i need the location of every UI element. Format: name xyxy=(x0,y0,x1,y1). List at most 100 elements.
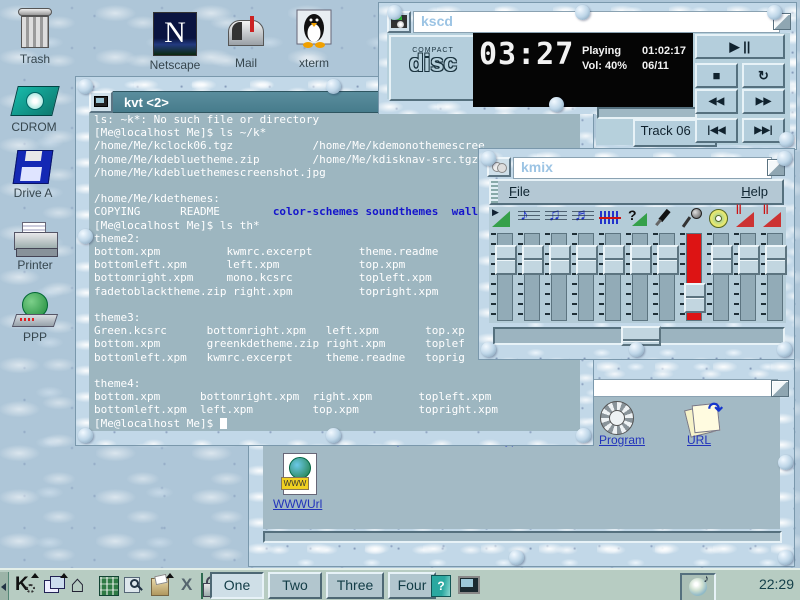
repeat-button[interactable]: ↻ xyxy=(742,63,785,88)
volume-slider[interactable] xyxy=(740,233,756,321)
volume-slider[interactable] xyxy=(686,233,702,321)
volume-slider[interactable] xyxy=(551,233,567,321)
volume-slider[interactable] xyxy=(767,233,783,321)
border-bump xyxy=(387,5,402,20)
bass-clef-icon[interactable]: ♪ xyxy=(518,207,540,229)
find-files-button[interactable] xyxy=(122,574,148,598)
slider-handle[interactable] xyxy=(765,245,787,275)
menu-file[interactable]: File xyxy=(509,184,530,199)
kmix-window[interactable]: kmix File Help ▶♪♫♬? |||| xyxy=(478,148,795,360)
border-bump xyxy=(326,79,341,94)
master-volume-icon[interactable]: ▶ xyxy=(491,207,513,229)
volume-slider[interactable] xyxy=(713,233,729,321)
url-document-icon[interactable]: ↷ xyxy=(685,399,723,435)
menubar-drag-handle[interactable] xyxy=(491,181,498,203)
kmix-titlebar[interactable]: kmix xyxy=(513,157,772,179)
slider-handle[interactable] xyxy=(576,245,598,275)
stop-button[interactable]: ■ xyxy=(695,63,738,88)
pcm-waveform-icon[interactable] xyxy=(599,207,621,229)
desktop-icon-netscape[interactable]: N Netscape xyxy=(145,12,205,72)
slider-handle[interactable] xyxy=(495,245,517,275)
terminal-line xyxy=(89,364,580,377)
volume-slider[interactable] xyxy=(524,233,540,321)
penguin-icon xyxy=(294,8,334,54)
border-bump xyxy=(767,5,782,20)
cd-dock-icon[interactable]: ♪ xyxy=(689,578,707,596)
slider-handle[interactable] xyxy=(522,245,544,275)
kfm-item-wwwurl[interactable]: WWWUrl xyxy=(273,497,322,511)
desktop-icon-xterm[interactable]: xterm xyxy=(288,8,340,70)
volume-slider[interactable] xyxy=(605,233,621,321)
globe-modem-icon xyxy=(14,292,56,328)
mixer-channels: ▶♪♫♬? |||| xyxy=(489,207,786,323)
slider-handle[interactable] xyxy=(738,245,760,275)
window-list-button[interactable] xyxy=(42,574,68,598)
kvt-window-menu-button[interactable] xyxy=(89,91,113,113)
volume-slider[interactable] xyxy=(659,233,675,321)
help-button[interactable]: ? xyxy=(428,574,454,598)
treble-clef-icon[interactable]: ♫ xyxy=(545,207,567,229)
play-pause-button[interactable]: ▶ || xyxy=(695,34,785,59)
desktop-button-two[interactable]: Two xyxy=(268,572,322,599)
menu-help[interactable]: Help xyxy=(741,184,768,199)
panel-hide-handle[interactable] xyxy=(0,572,9,600)
microphone-icon[interactable] xyxy=(680,207,702,229)
volume-slider[interactable] xyxy=(497,233,513,321)
kfm-titlebar[interactable] xyxy=(577,379,778,397)
menu-up-arrow-icon xyxy=(166,573,174,578)
line-in-plug-icon[interactable] xyxy=(653,207,675,229)
desktop-templates-button[interactable] xyxy=(148,574,174,598)
slider-handle[interactable] xyxy=(684,283,706,313)
kfm-item-url[interactable]: URL xyxy=(687,433,711,447)
desktop-button-three[interactable]: Three xyxy=(326,572,384,599)
slider-handle[interactable] xyxy=(549,245,571,275)
clock[interactable]: 22:29 xyxy=(724,576,794,592)
volume-slider[interactable] xyxy=(632,233,648,321)
gear-program-icon[interactable] xyxy=(596,401,640,435)
desktop-icon-printer[interactable]: Printer xyxy=(6,222,64,272)
lcd-elapsed-total: 01:02:17 xyxy=(642,45,686,57)
netscape-icon: N xyxy=(153,12,197,56)
slider-handle[interactable] xyxy=(657,245,679,275)
k-menu-button[interactable]: K xyxy=(13,574,39,598)
terminal-line: ls: ~k*: No such file or directory xyxy=(89,113,580,126)
forward-button[interactable]: ▶▶ xyxy=(742,89,785,114)
border-bump xyxy=(481,342,496,357)
desktop-icon-mail[interactable]: Mail xyxy=(218,14,274,70)
kfm-maximize-button[interactable] xyxy=(771,380,789,397)
cdrom-icon xyxy=(12,84,56,118)
desktop-icon-cdrom[interactable]: CDROM xyxy=(2,84,66,134)
unknown-question-icon[interactable]: ? xyxy=(626,207,648,229)
border-bump xyxy=(78,79,93,94)
wwwurl-icon[interactable]: WWW xyxy=(281,453,317,495)
rewind-button[interactable]: ◀◀ xyxy=(695,89,738,114)
border-bump xyxy=(779,132,794,147)
border-bump xyxy=(777,151,792,166)
www-tag: WWW xyxy=(281,477,309,490)
slider-handle[interactable] xyxy=(711,245,733,275)
help-book-icon: ? xyxy=(431,575,451,597)
desktop-icon-trash[interactable]: Trash xyxy=(4,8,66,66)
kmix-menubar: File Help xyxy=(489,179,784,205)
rec-pause-2-icon[interactable]: || xyxy=(761,207,783,229)
music-notes-icon[interactable]: ♬ xyxy=(572,207,594,229)
rec-pause-1-icon[interactable]: || xyxy=(734,207,756,229)
home-folder-button[interactable]: ⌂ xyxy=(70,574,96,598)
volume-slider[interactable] xyxy=(578,233,594,321)
terminal-icon xyxy=(458,576,480,594)
cd-disc-icon[interactable] xyxy=(707,207,729,229)
lcd-track-of: 06/11 xyxy=(642,60,669,72)
kfm-item-program[interactable]: Program xyxy=(599,433,645,447)
lcd-track-time: 03:27 xyxy=(479,37,574,72)
slider-handle[interactable] xyxy=(603,245,625,275)
menu-up-arrow-icon xyxy=(60,573,68,578)
terminal-launcher-button[interactable] xyxy=(456,574,482,598)
kscd-titlebar[interactable]: kscd xyxy=(413,11,780,33)
desktop-button-one[interactable]: One xyxy=(210,572,264,599)
lock-screen-button[interactable] xyxy=(186,574,212,598)
desktop-icon-drive-a[interactable]: Drive A xyxy=(4,150,62,200)
slider-handle[interactable] xyxy=(630,245,652,275)
desktop-icon-ppp[interactable]: PPP xyxy=(6,292,64,344)
previous-track-button[interactable]: |◀◀ xyxy=(695,118,738,143)
control-center-button[interactable] xyxy=(96,574,122,598)
